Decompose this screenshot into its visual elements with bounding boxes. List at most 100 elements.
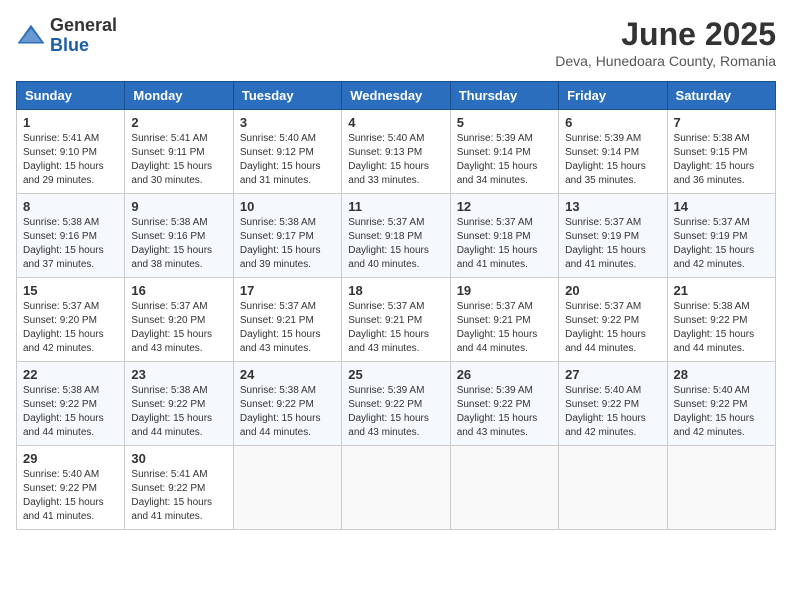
day-info: Sunrise: 5:38 AM Sunset: 9:16 PM Dayligh…: [23, 216, 118, 272]
header-friday: Friday: [559, 82, 667, 110]
day-info: Sunrise: 5:38 AM Sunset: 9:16 PM Dayligh…: [131, 216, 226, 272]
sunset-text: Sunset: 9:15 PM: [674, 146, 769, 160]
day-info: Sunrise: 5:37 AM Sunset: 9:19 PM Dayligh…: [565, 216, 660, 272]
sunset-text: Sunset: 9:18 PM: [348, 230, 443, 244]
location-subtitle: Deva, Hunedoara County, Romania: [555, 53, 776, 69]
daylight-text: Daylight: 15 hours and 40 minutes.: [348, 244, 443, 272]
sunset-text: Sunset: 9:11 PM: [131, 146, 226, 160]
daylight-text: Daylight: 15 hours and 44 minutes.: [457, 328, 552, 356]
day-number: 15: [23, 283, 118, 298]
sunset-text: Sunset: 9:22 PM: [131, 482, 226, 496]
day-number: 30: [131, 451, 226, 466]
sunrise-text: Sunrise: 5:37 AM: [23, 300, 118, 314]
day-info: Sunrise: 5:40 AM Sunset: 9:12 PM Dayligh…: [240, 132, 335, 188]
daylight-text: Daylight: 15 hours and 41 minutes.: [23, 496, 118, 524]
sunset-text: Sunset: 9:10 PM: [23, 146, 118, 160]
day-info: Sunrise: 5:38 AM Sunset: 9:17 PM Dayligh…: [240, 216, 335, 272]
sunset-text: Sunset: 9:22 PM: [565, 398, 660, 412]
sunrise-text: Sunrise: 5:38 AM: [131, 216, 226, 230]
sunset-text: Sunset: 9:22 PM: [240, 398, 335, 412]
calendar-cell: 13 Sunrise: 5:37 AM Sunset: 9:19 PM Dayl…: [559, 194, 667, 278]
day-info: Sunrise: 5:39 AM Sunset: 9:22 PM Dayligh…: [348, 384, 443, 440]
day-number: 11: [348, 199, 443, 214]
calendar-cell: 25 Sunrise: 5:39 AM Sunset: 9:22 PM Dayl…: [342, 362, 450, 446]
day-info: Sunrise: 5:38 AM Sunset: 9:15 PM Dayligh…: [674, 132, 769, 188]
sunrise-text: Sunrise: 5:38 AM: [674, 300, 769, 314]
sunset-text: Sunset: 9:22 PM: [131, 398, 226, 412]
header-row: Sunday Monday Tuesday Wednesday Thursday…: [17, 82, 776, 110]
day-number: 26: [457, 367, 552, 382]
day-info: Sunrise: 5:41 AM Sunset: 9:11 PM Dayligh…: [131, 132, 226, 188]
calendar-cell: [233, 446, 341, 530]
day-number: 12: [457, 199, 552, 214]
day-info: Sunrise: 5:40 AM Sunset: 9:22 PM Dayligh…: [674, 384, 769, 440]
calendar-cell: 3 Sunrise: 5:40 AM Sunset: 9:12 PM Dayli…: [233, 110, 341, 194]
day-info: Sunrise: 5:37 AM Sunset: 9:20 PM Dayligh…: [23, 300, 118, 356]
daylight-text: Daylight: 15 hours and 41 minutes.: [457, 244, 552, 272]
calendar-cell: 11 Sunrise: 5:37 AM Sunset: 9:18 PM Dayl…: [342, 194, 450, 278]
calendar-cell: 28 Sunrise: 5:40 AM Sunset: 9:22 PM Dayl…: [667, 362, 775, 446]
day-number: 6: [565, 115, 660, 130]
month-title: June 2025: [555, 16, 776, 53]
header-sunday: Sunday: [17, 82, 125, 110]
calendar-cell: 14 Sunrise: 5:37 AM Sunset: 9:19 PM Dayl…: [667, 194, 775, 278]
day-number: 25: [348, 367, 443, 382]
calendar-cell: 17 Sunrise: 5:37 AM Sunset: 9:21 PM Dayl…: [233, 278, 341, 362]
calendar-cell: 22 Sunrise: 5:38 AM Sunset: 9:22 PM Dayl…: [17, 362, 125, 446]
sunrise-text: Sunrise: 5:37 AM: [457, 300, 552, 314]
header-saturday: Saturday: [667, 82, 775, 110]
calendar-cell: 30 Sunrise: 5:41 AM Sunset: 9:22 PM Dayl…: [125, 446, 233, 530]
day-info: Sunrise: 5:40 AM Sunset: 9:22 PM Dayligh…: [23, 468, 118, 524]
day-number: 3: [240, 115, 335, 130]
sunrise-text: Sunrise: 5:38 AM: [240, 384, 335, 398]
daylight-text: Daylight: 15 hours and 42 minutes.: [674, 244, 769, 272]
calendar-cell: 27 Sunrise: 5:40 AM Sunset: 9:22 PM Dayl…: [559, 362, 667, 446]
sunset-text: Sunset: 9:12 PM: [240, 146, 335, 160]
day-info: Sunrise: 5:39 AM Sunset: 9:22 PM Dayligh…: [457, 384, 552, 440]
sunset-text: Sunset: 9:21 PM: [240, 314, 335, 328]
day-info: Sunrise: 5:41 AM Sunset: 9:22 PM Dayligh…: [131, 468, 226, 524]
daylight-text: Daylight: 15 hours and 39 minutes.: [240, 244, 335, 272]
daylight-text: Daylight: 15 hours and 38 minutes.: [131, 244, 226, 272]
sunset-text: Sunset: 9:21 PM: [457, 314, 552, 328]
daylight-text: Daylight: 15 hours and 37 minutes.: [23, 244, 118, 272]
sunrise-text: Sunrise: 5:40 AM: [23, 468, 118, 482]
day-info: Sunrise: 5:38 AM Sunset: 9:22 PM Dayligh…: [23, 384, 118, 440]
sunrise-text: Sunrise: 5:40 AM: [674, 384, 769, 398]
sunrise-text: Sunrise: 5:37 AM: [565, 216, 660, 230]
logo-general-text: General: [50, 16, 117, 36]
logo-text: General Blue: [50, 16, 117, 56]
sunset-text: Sunset: 9:13 PM: [348, 146, 443, 160]
calendar-cell: 26 Sunrise: 5:39 AM Sunset: 9:22 PM Dayl…: [450, 362, 558, 446]
day-number: 22: [23, 367, 118, 382]
day-info: Sunrise: 5:38 AM Sunset: 9:22 PM Dayligh…: [131, 384, 226, 440]
calendar-cell: 4 Sunrise: 5:40 AM Sunset: 9:13 PM Dayli…: [342, 110, 450, 194]
sunrise-text: Sunrise: 5:41 AM: [131, 132, 226, 146]
calendar-cell: 20 Sunrise: 5:37 AM Sunset: 9:22 PM Dayl…: [559, 278, 667, 362]
day-number: 27: [565, 367, 660, 382]
calendar-table: Sunday Monday Tuesday Wednesday Thursday…: [16, 81, 776, 530]
calendar-cell: 10 Sunrise: 5:38 AM Sunset: 9:17 PM Dayl…: [233, 194, 341, 278]
day-info: Sunrise: 5:37 AM Sunset: 9:20 PM Dayligh…: [131, 300, 226, 356]
sunset-text: Sunset: 9:19 PM: [674, 230, 769, 244]
sunset-text: Sunset: 9:21 PM: [348, 314, 443, 328]
sunrise-text: Sunrise: 5:39 AM: [457, 132, 552, 146]
sunset-text: Sunset: 9:22 PM: [674, 398, 769, 412]
calendar-cell: 18 Sunrise: 5:37 AM Sunset: 9:21 PM Dayl…: [342, 278, 450, 362]
daylight-text: Daylight: 15 hours and 44 minutes.: [674, 328, 769, 356]
daylight-text: Daylight: 15 hours and 43 minutes.: [348, 412, 443, 440]
day-number: 4: [348, 115, 443, 130]
sunrise-text: Sunrise: 5:37 AM: [348, 216, 443, 230]
day-number: 21: [674, 283, 769, 298]
logo-icon: [16, 21, 46, 51]
calendar-cell: 12 Sunrise: 5:37 AM Sunset: 9:18 PM Dayl…: [450, 194, 558, 278]
sunrise-text: Sunrise: 5:38 AM: [23, 216, 118, 230]
day-number: 1: [23, 115, 118, 130]
day-info: Sunrise: 5:39 AM Sunset: 9:14 PM Dayligh…: [457, 132, 552, 188]
day-info: Sunrise: 5:39 AM Sunset: 9:14 PM Dayligh…: [565, 132, 660, 188]
day-info: Sunrise: 5:40 AM Sunset: 9:13 PM Dayligh…: [348, 132, 443, 188]
sunset-text: Sunset: 9:18 PM: [457, 230, 552, 244]
day-number: 23: [131, 367, 226, 382]
day-info: Sunrise: 5:37 AM Sunset: 9:18 PM Dayligh…: [457, 216, 552, 272]
calendar-cell: 29 Sunrise: 5:40 AM Sunset: 9:22 PM Dayl…: [17, 446, 125, 530]
